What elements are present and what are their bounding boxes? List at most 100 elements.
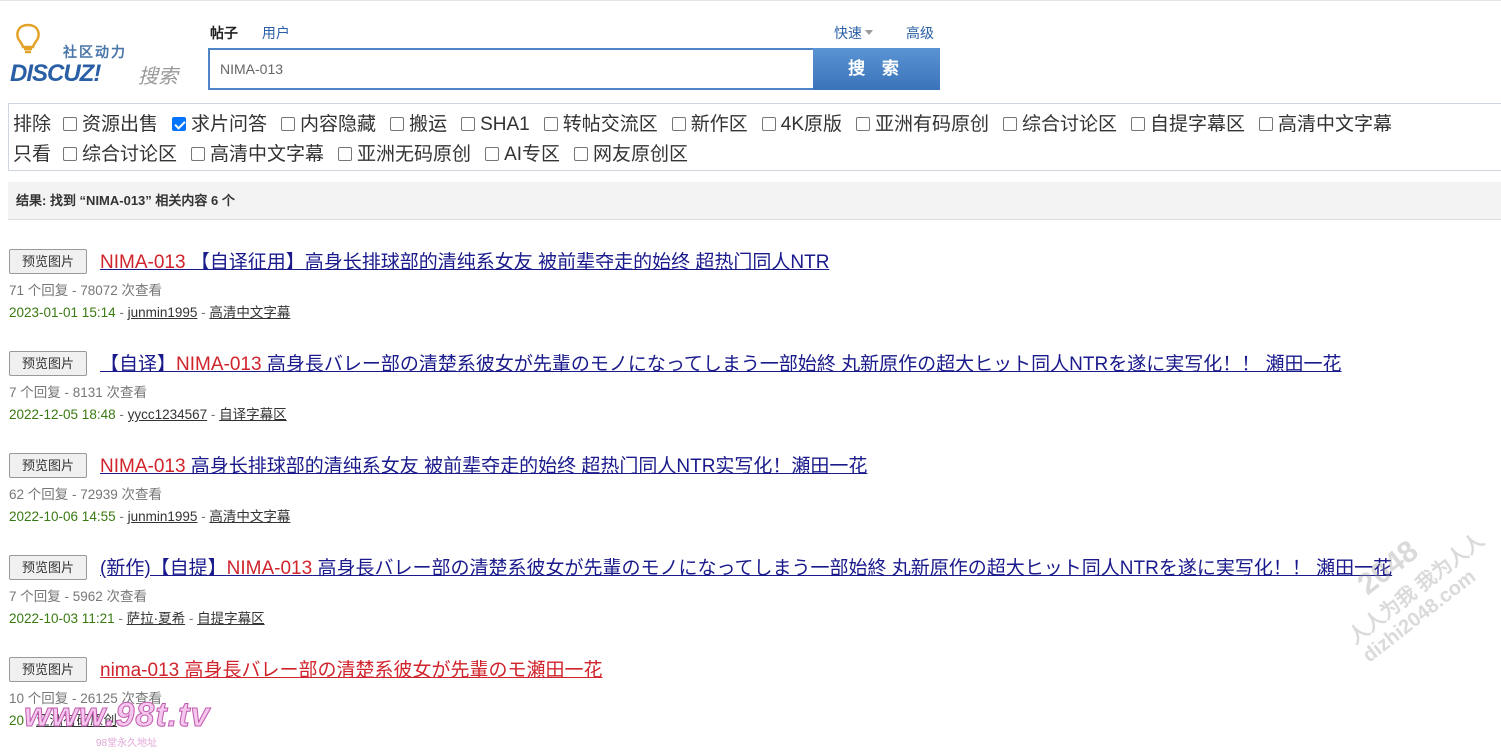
filter-checkbox[interactable] [1131, 117, 1146, 131]
forum-link[interactable]: 自提字幕区 [197, 611, 265, 626]
result-item: 预览图片 nima-013 高身長バレー部の清楚系彼女が先輩のモ瀬田一花 10 个回… [8, 654, 1498, 756]
filter-checkbox[interactable] [281, 117, 296, 131]
filter-option-label: 搬运 [409, 114, 448, 135]
filter-option[interactable]: 亚洲无码原创 [338, 140, 471, 170]
title-keyword-highlight: nima-013 [100, 660, 180, 681]
chevron-down-icon [865, 30, 873, 35]
filter-checkbox[interactable] [1259, 117, 1274, 131]
filter-option[interactable]: 亚洲有码原创 [856, 110, 989, 140]
search-type-tabs: 帖子 用户 [210, 23, 310, 43]
only-filter-row: 只看 综合讨论区 高清中文字幕 亚洲无码原创 AI专区 网友原创区 [13, 140, 1501, 170]
filter-option[interactable]: 综合讨论区 [63, 140, 177, 170]
filter-option-label: 高清中文字幕 [210, 144, 325, 165]
filter-option[interactable]: 高清中文字幕 [191, 140, 324, 170]
author-link[interactable]: junmin1995 [128, 305, 198, 320]
preview-image-button[interactable]: 预览图片 [9, 351, 87, 376]
forum-link[interactable]: 高清中文字幕 [209, 509, 290, 524]
discuz-logo[interactable]: 社区动力 DISCUZ! 搜索 [8, 20, 198, 92]
filter-option[interactable]: 资源出售 [63, 110, 158, 140]
preview-image-button[interactable]: 预览图片 [9, 657, 87, 682]
filter-checkbox[interactable] [543, 117, 558, 131]
filter-option-label: 自提字幕区 [1150, 114, 1246, 135]
preview-image-button[interactable]: 预览图片 [9, 453, 87, 478]
author-link[interactable]: yycc1234567 [128, 407, 208, 422]
title-text: 高身長バレー部の清楚系彼女が先輩のモノになってしまう一部始終 丸新原作の超大ヒッ… [261, 354, 1342, 375]
post-date: 2022-12-05 18:48 [9, 407, 116, 422]
filter-option[interactable]: 内容隐藏 [281, 110, 376, 140]
filter-option[interactable]: 网友原创区 [574, 140, 688, 170]
filter-option[interactable]: 高清中文字幕 [1259, 110, 1392, 140]
filter-option[interactable]: 新作区 [671, 110, 748, 140]
filter-option[interactable]: 4K原版 [761, 110, 842, 140]
filter-checkbox[interactable] [1003, 117, 1018, 131]
author-link[interactable]: 萨拉·夏希 [127, 611, 186, 626]
result-list: 预览图片 NIMA-013 【自译征用】高身长排球部的清纯系女友 被前辈夺走的始终… [8, 246, 1498, 756]
filter-checkbox[interactable] [390, 117, 405, 131]
search-input[interactable] [208, 48, 814, 90]
exclude-filter-row: 排除 资源出售 求片问答 内容隐藏 搬运 SHA1 转帖交流区 新作区 4K原版 亚洲有码原创 综合… [13, 110, 1501, 140]
title-keyword-highlight: NIMA-013 [226, 558, 313, 579]
post-date: 2023-01-01 15:14 [9, 305, 116, 320]
forum-filter-bar: 排除 资源出售 求片问答 内容隐藏 搬运 SHA1 转帖交流区 新作区 4K原版 亚洲有码原创 综合… [8, 103, 1501, 171]
filter-checkbox[interactable] [191, 147, 206, 161]
result-title-link[interactable]: NIMA-013 【自译征用】高身长排球部的清纯系女友 被前辈夺走的始终 超热门… [100, 247, 829, 274]
filter-checkbox[interactable] [671, 117, 686, 131]
filter-checkbox[interactable] [485, 147, 500, 161]
filter-option[interactable]: SHA1 [461, 110, 530, 140]
forum-link[interactable]: 自译字幕区 [219, 407, 287, 422]
filter-checkbox[interactable] [63, 117, 78, 131]
filter-option-label: AI专区 [504, 144, 561, 165]
site-watermark-subtext: 98堂永久地址 [96, 738, 158, 749]
post-info: 2022-10-03 11:21 - 萨拉·夏希 - 自提字幕区 [9, 611, 265, 626]
filter-checkbox[interactable] [761, 117, 776, 131]
filter-option[interactable]: 搬运 [390, 110, 447, 140]
quick-search-dropdown[interactable]: 快速 [834, 23, 873, 43]
filter-option[interactable]: 转帖交流区 [543, 110, 658, 140]
preview-image-button[interactable]: 预览图片 [9, 555, 87, 580]
author-link[interactable]: junmin1995 [128, 509, 198, 524]
top-divider [0, 0, 1501, 3]
result-item: 预览图片 (新作)【自提】NIMA-013 高身長バレー部の清楚系彼女が先輩のモノ… [8, 552, 1498, 654]
advanced-search-link[interactable]: 高级 [906, 23, 934, 43]
post-info: 2023-01-01 15:14 - junmin1995 - 高清中文字幕 [9, 305, 291, 320]
result-title-link[interactable]: (新作)【自提】NIMA-013 高身長バレー部の清楚系彼女が先輩のモノになって… [100, 553, 1392, 580]
reply-view-count: 71 个回复 - 78072 次查看 [9, 283, 163, 298]
filter-option-label: SHA1 [480, 114, 530, 135]
filter-option-label: 亚洲有码原创 [875, 114, 990, 135]
title-text: 高身长排球部的清纯系女友 被前辈夺走的始终 超热门同人NTR实写化！瀬田一花 [185, 456, 868, 477]
tab-users[interactable]: 用户 [262, 23, 290, 43]
reply-view-count: 7 个回复 - 8131 次查看 [9, 385, 148, 400]
forum-link[interactable]: 高清中文字幕 [209, 305, 290, 320]
preview-image-button[interactable]: 预览图片 [9, 249, 87, 274]
filter-option-label: 4K原版 [780, 114, 842, 135]
logo-wordmark: DISCUZ! [10, 60, 101, 87]
title-prefix: (新作)【自提】 [100, 558, 227, 579]
result-title-link[interactable]: nima-013 高身長バレー部の清楚系彼女が先輩のモ瀬田一花 [100, 655, 603, 682]
post-info: 2022-10-06 14:55 - junmin1995 - 高清中文字幕 [9, 509, 291, 524]
result-title-link[interactable]: NIMA-013 高身长排球部的清纯系女友 被前辈夺走的始终 超热门同人NTR实… [100, 451, 867, 478]
filter-option-label: 新作区 [690, 114, 748, 135]
filter-option[interactable]: 求片问答 [172, 110, 267, 140]
post-date: 2022-10-03 11:21 [9, 611, 115, 626]
quick-search-label: 快速 [834, 25, 862, 41]
result-title-link[interactable]: 【自译】NIMA-013 高身長バレー部の清楚系彼女が先輩のモノになってしまう一… [100, 349, 1342, 376]
filter-checkbox[interactable] [172, 117, 187, 131]
filter-option[interactable]: 综合讨论区 [1003, 110, 1117, 140]
filter-option-label: 内容隐藏 [300, 114, 377, 135]
search-button[interactable]: 搜 索 [813, 48, 940, 90]
filter-option[interactable]: AI专区 [485, 140, 560, 170]
filter-checkbox[interactable] [461, 117, 476, 131]
post-date: 2022-10-06 14:55 [9, 509, 116, 524]
title-keyword-highlight: NIMA-013 [100, 456, 186, 477]
filter-checkbox[interactable] [63, 147, 78, 161]
tab-posts[interactable]: 帖子 [210, 23, 238, 43]
filter-option[interactable]: 自提字幕区 [1131, 110, 1245, 140]
exclude-label: 排除 [13, 114, 52, 135]
reply-view-count: 7 个回复 - 5962 次查看 [9, 589, 148, 604]
lightbulb-icon [16, 23, 40, 54]
filter-checkbox[interactable] [338, 147, 353, 161]
logo-tagline: 社区动力 [63, 44, 127, 60]
filter-checkbox[interactable] [574, 147, 589, 161]
result-item: 预览图片 NIMA-013 高身长排球部的清纯系女友 被前辈夺走的始终 超热门同人… [8, 450, 1498, 552]
filter-checkbox[interactable] [856, 117, 870, 131]
